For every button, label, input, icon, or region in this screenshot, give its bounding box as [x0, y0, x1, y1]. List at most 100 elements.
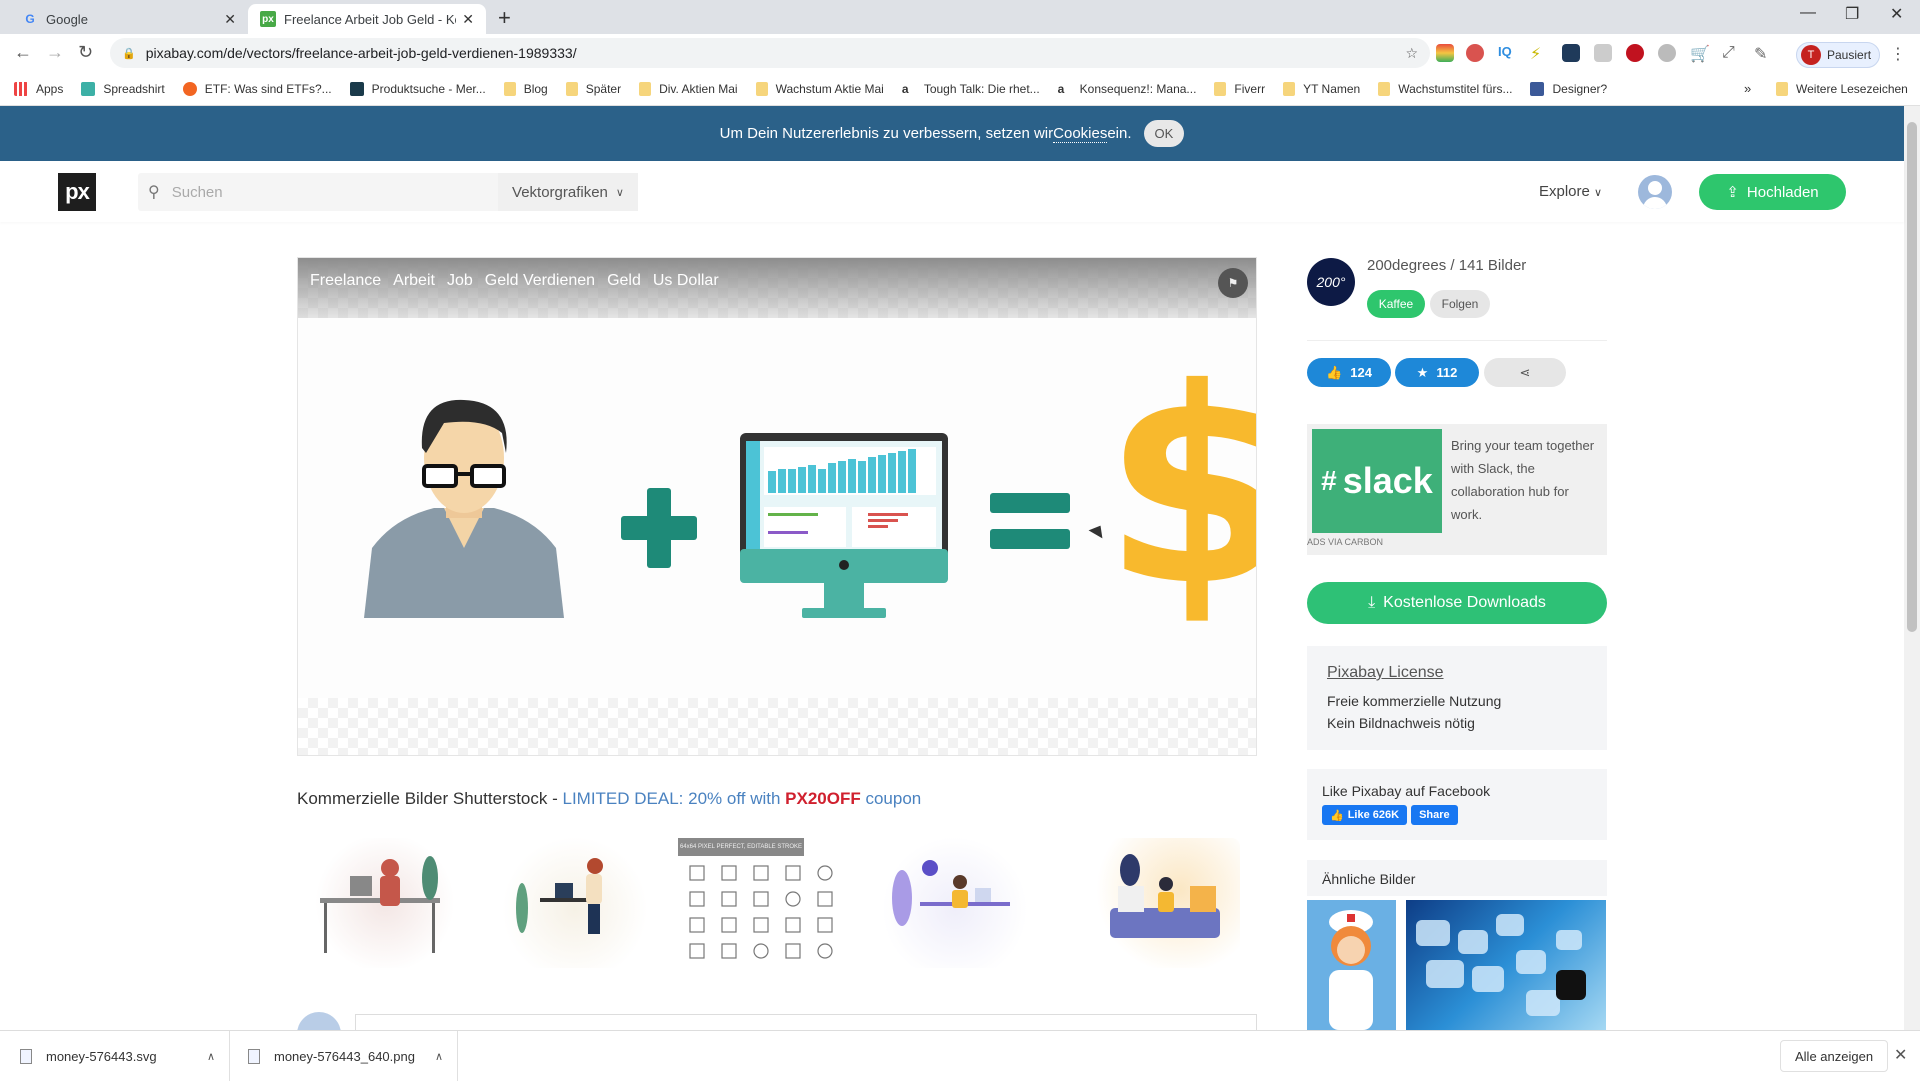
- tag-link[interactable]: Geld: [607, 272, 641, 290]
- chevron-up-icon[interactable]: ∧: [207, 1050, 215, 1063]
- shutterstock-promo[interactable]: Kommerzielle Bilder Shutterstock - LIMIT…: [297, 789, 921, 809]
- menu-kebab-icon[interactable]: ⋮: [1890, 44, 1908, 63]
- facebook-like-button[interactable]: 👍 Like 626K: [1322, 805, 1408, 825]
- similar-images-title: Ähnliche Bilder: [1307, 860, 1607, 896]
- tab-google[interactable]: G Google ✕: [10, 4, 248, 34]
- follow-button[interactable]: Folgen: [1430, 290, 1490, 318]
- bookmark-item[interactable]: a Tough Talk: Die rhet...: [902, 82, 1040, 96]
- bookmark-item[interactable]: Wachstum Aktie Mai: [755, 81, 884, 96]
- bookmark-item[interactable]: Blog: [503, 81, 548, 96]
- scrollbar-thumb[interactable]: [1907, 122, 1917, 632]
- promo-suffix[interactable]: coupon: [861, 789, 921, 808]
- forward-icon[interactable]: →: [46, 42, 64, 63]
- bookmark-item[interactable]: Div. Aktien Mai: [639, 81, 738, 96]
- eyedropper-icon[interactable]: ✎: [1754, 44, 1772, 63]
- bookmark-star-icon[interactable]: ☆: [1405, 45, 1418, 62]
- carbon-ad[interactable]: # slack Bring your team together with Sla…: [1307, 424, 1607, 555]
- bookmark-item[interactable]: YT Namen: [1283, 81, 1360, 96]
- pixabay-logo[interactable]: px: [58, 173, 96, 211]
- download-item[interactable]: money-576443.svg ∧: [20, 1031, 230, 1081]
- similar-image-thumbnail[interactable]: [1307, 900, 1396, 1030]
- icon-set-banner: 64x64 PIXEL PERFECT, EDITABLE STROKE: [678, 838, 804, 856]
- star-icon: ★: [1416, 364, 1429, 380]
- cookie-ok-button[interactable]: OK: [1143, 120, 1185, 147]
- extension-badge-icon[interactable]: [1594, 44, 1612, 62]
- promo-code[interactable]: PX20OFF: [785, 789, 861, 808]
- like-button[interactable]: 👍 124: [1307, 358, 1391, 387]
- reload-icon[interactable]: ↻: [78, 42, 93, 63]
- url-bar[interactable]: 🔒 pixabay.com/de/vectors/freelance-arbei…: [110, 38, 1430, 68]
- pinterest-extension-icon[interactable]: [1466, 44, 1484, 62]
- lightning-extension-icon[interactable]: ⚡: [1530, 44, 1548, 63]
- tag-link[interactable]: Arbeit: [393, 272, 435, 290]
- bookmark-item[interactable]: ETF: Was sind ETFs?...: [182, 81, 332, 96]
- man-at-desk-thumbnail: [892, 860, 1010, 926]
- license-link[interactable]: Pixabay License: [1327, 664, 1607, 682]
- freelancer-illustration: [364, 399, 564, 618]
- url-text: pixabay.com/de/vectors/freelance-arbeit-…: [145, 45, 577, 61]
- report-flag-icon[interactable]: ⚑: [1218, 268, 1248, 298]
- search-input[interactable]: Suchen: [172, 184, 498, 201]
- adblock-icon[interactable]: [1626, 44, 1644, 62]
- bookmark-other-folder[interactable]: Weitere Lesezeichen: [1776, 81, 1908, 96]
- shutterstock-thumbnail[interactable]: [880, 838, 1030, 968]
- close-tab-icon[interactable]: ✕: [224, 11, 236, 28]
- shutterstock-thumbnail[interactable]: [1090, 838, 1240, 968]
- shutterstock-thumbnail[interactable]: 64x64 PIXEL PERFECT, EDITABLE STROKE: [678, 838, 833, 968]
- search-bar[interactable]: ⚲ Suchen Vektorgrafiken ∨: [138, 173, 638, 211]
- author-avatar[interactable]: 200°: [1307, 258, 1355, 306]
- close-downloads-bar-icon[interactable]: ✕: [1894, 1045, 1907, 1065]
- bookmark-item[interactable]: Designer?: [1530, 81, 1607, 96]
- profile-button[interactable]: T Pausiert: [1796, 42, 1880, 68]
- site-header: px ⚲ Suchen Vektorgrafiken ∨ Explore ∨ ⇪ H…: [0, 161, 1904, 222]
- show-all-downloads-button[interactable]: Alle anzeigen: [1780, 1040, 1889, 1072]
- close-window-icon[interactable]: ✕: [1890, 4, 1903, 24]
- tab-pixabay[interactable]: px Freelance Arbeit Job Geld - Koste ✕: [248, 4, 486, 34]
- user-avatar-icon[interactable]: [1638, 175, 1672, 209]
- back-icon[interactable]: ←: [14, 42, 32, 63]
- coffee-button[interactable]: Kaffee: [1367, 290, 1425, 318]
- shutterstock-thumbnail[interactable]: [310, 838, 460, 968]
- explore-menu[interactable]: Explore ∨: [1539, 183, 1602, 200]
- download-item[interactable]: money-576443_640.png ∧: [248, 1031, 458, 1081]
- share-button[interactable]: ⋖: [1484, 358, 1566, 387]
- tag-link[interactable]: Us Dollar: [653, 272, 719, 290]
- tag-link[interactable]: Freelance: [310, 272, 381, 290]
- shutterstock-thumbnail[interactable]: [500, 838, 650, 968]
- media-type-select[interactable]: Vektorgrafiken ∨: [498, 173, 638, 211]
- tag-link[interactable]: Geld Verdienen: [485, 272, 595, 290]
- bookmark-item[interactable]: Fiverr: [1214, 81, 1265, 96]
- bookmark-item[interactable]: Später: [565, 81, 621, 96]
- restore-icon[interactable]: ❐: [1845, 4, 1859, 24]
- cookies-link[interactable]: Cookies: [1053, 125, 1108, 143]
- promo-deal[interactable]: LIMITED DEAL: 20% off with: [562, 789, 785, 808]
- bookmarks-overflow-button[interactable]: »: [1744, 81, 1751, 96]
- tag-extension-icon[interactable]: [1562, 44, 1580, 62]
- favorite-button[interactable]: ★ 112: [1395, 358, 1479, 387]
- close-tab-icon[interactable]: ✕: [462, 11, 474, 28]
- extension-icon[interactable]: [1658, 44, 1676, 62]
- main-image[interactable]: Freelance Arbeit Job Geld Verdienen Geld…: [297, 257, 1257, 756]
- bookmark-item[interactable]: Wachstumstitel fürs...: [1378, 81, 1512, 96]
- upload-button[interactable]: ⇪ Hochladen: [1699, 174, 1846, 210]
- extension-icon[interactable]: [1436, 44, 1454, 62]
- bookmark-item[interactable]: Produktsuche - Mer...: [349, 81, 486, 96]
- folder-icon: [503, 81, 516, 96]
- png-file-icon: [248, 1048, 260, 1064]
- fullscreen-extension-icon[interactable]: ⤢: [1722, 44, 1740, 62]
- bookmark-item[interactable]: a Konsequenz!: Mana...: [1058, 82, 1197, 96]
- chevron-up-icon[interactable]: ∧: [435, 1050, 443, 1063]
- minimize-icon[interactable]: —: [1800, 4, 1816, 22]
- ad-via-label[interactable]: ADS VIA CARBON: [1307, 537, 1383, 547]
- free-download-button[interactable]: ⤓ Kostenlose Downloads: [1307, 582, 1607, 624]
- cart-extension-icon[interactable]: 🛒: [1690, 44, 1710, 63]
- facebook-share-button[interactable]: Share: [1411, 805, 1458, 825]
- iq-extension-icon[interactable]: IQ: [1498, 44, 1516, 62]
- tag-link[interactable]: Job: [447, 272, 473, 290]
- page-scrollbar[interactable]: [1904, 106, 1920, 1030]
- new-tab-button[interactable]: +: [498, 5, 511, 31]
- bookmark-apps[interactable]: Apps: [14, 81, 63, 96]
- author-name[interactable]: 200degrees / 141 Bilder: [1367, 257, 1526, 274]
- bookmark-item[interactable]: Spreadshirt: [81, 81, 165, 96]
- similar-image-thumbnail[interactable]: [1406, 900, 1606, 1030]
